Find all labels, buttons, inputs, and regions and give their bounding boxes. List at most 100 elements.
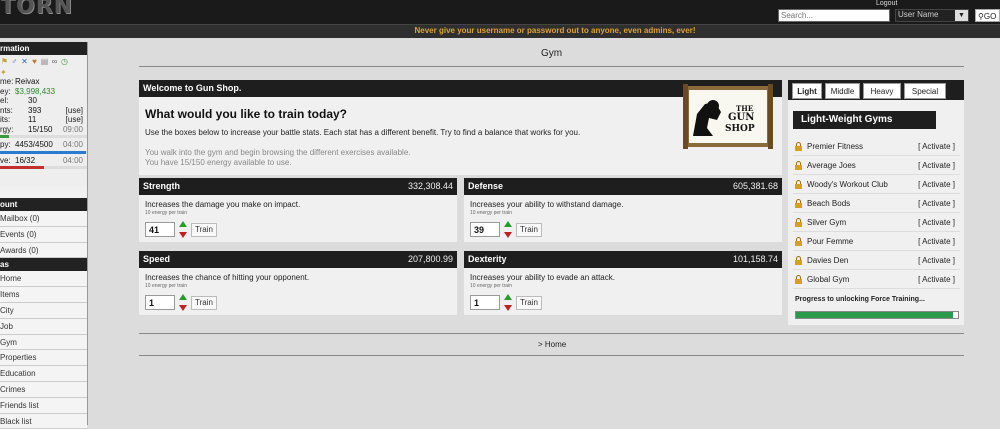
stat-value: Reivax bbox=[15, 77, 40, 86]
home-link[interactable]: > Home bbox=[538, 340, 566, 349]
gym-row: Beach Bods [ Activate ] bbox=[793, 194, 960, 213]
search-type-select[interactable]: User Name ▼ bbox=[895, 9, 969, 22]
stat-label: me: bbox=[0, 77, 14, 86]
lock-icon bbox=[795, 275, 802, 284]
gyms-panel: Light Middle Heavy Special Light-Weight … bbox=[788, 80, 964, 325]
sidebar-item-black-list[interactable]: Black list bbox=[0, 413, 87, 429]
go-button[interactable]: ⚲GO bbox=[975, 9, 1000, 22]
train-speed-button[interactable]: Train bbox=[191, 296, 217, 310]
gym-row: Woody's Workout Club [ Activate ] bbox=[793, 175, 960, 194]
gym-row: Global Gym [ Activate ] bbox=[793, 270, 960, 289]
train-defense-button[interactable]: Train bbox=[516, 223, 542, 237]
gym-tabs: Light Middle Heavy Special bbox=[788, 80, 964, 100]
search-input[interactable] bbox=[778, 9, 890, 22]
activate-gym-button[interactable]: [ Activate ] bbox=[918, 232, 955, 251]
stat-label: nts: bbox=[0, 105, 13, 115]
strength-quantity-input[interactable] bbox=[145, 222, 175, 237]
chevron-down-icon: ▼ bbox=[955, 10, 968, 21]
sidebar-item-home[interactable]: Home bbox=[0, 271, 87, 288]
sidebar-item-items[interactable]: Items bbox=[0, 287, 87, 303]
stat-cost: 10 energy per train bbox=[145, 283, 187, 289]
activate-gym-button[interactable]: [ Activate ] bbox=[918, 251, 955, 270]
stat-label: rgy: bbox=[0, 124, 14, 134]
stat-label: ey: bbox=[0, 86, 11, 96]
train-question: What would you like to train today? bbox=[145, 107, 348, 121]
information-panel: ⚑ ♂ ✕ ♥ ▤ ∞ ◷ ✦ me: Reivax ey: $3,998,433 … bbox=[0, 55, 87, 187]
sidebar: rmation ⚑ ♂ ✕ ♥ ▤ ∞ ◷ ✦ me: Reivax ey: $3,… bbox=[0, 42, 88, 429]
speed-quantity-input[interactable] bbox=[145, 295, 175, 310]
stat-box-dexterity: Dexterity 101,158.74 Increases your abili… bbox=[464, 251, 782, 315]
stat-description: Increases the chance of hitting your opp… bbox=[145, 273, 310, 282]
sidebar-item-properties[interactable]: Properties bbox=[0, 350, 87, 367]
lock-icon bbox=[795, 256, 802, 265]
gym-name: Pour Femme bbox=[807, 237, 854, 246]
tab-special[interactable]: Special bbox=[904, 83, 946, 99]
gym-row: Davies Den [ Activate ] bbox=[793, 251, 960, 270]
gym-row: Pour Femme [ Activate ] bbox=[793, 232, 960, 251]
stat-value: 4453/4500 bbox=[15, 140, 53, 149]
sign-line-gun: GUN bbox=[728, 112, 755, 123]
gym-row: Average Joes [ Activate ] bbox=[793, 156, 960, 175]
clock-icon[interactable]: ◷ bbox=[60, 57, 69, 66]
stat-value: 30 bbox=[28, 96, 37, 105]
sidebar-item-education[interactable]: Education bbox=[0, 366, 87, 382]
stat-merits: its: 11 [use] bbox=[0, 115, 87, 125]
stat-label: py: bbox=[0, 140, 11, 149]
sidebar-item-events[interactable]: Events (0) bbox=[0, 226, 87, 243]
stat-timer: 04:00 bbox=[62, 155, 83, 165]
activate-gym-button[interactable]: [ Activate ] bbox=[918, 213, 955, 232]
tab-middle[interactable]: Middle bbox=[825, 83, 860, 99]
stat-name: me: Reivax bbox=[0, 77, 87, 87]
stepper-arrows-icon[interactable] bbox=[504, 221, 512, 238]
stat-happy: py: 4453/4500 04:00 bbox=[0, 140, 87, 150]
activate-gym-button[interactable]: [ Activate ] bbox=[918, 137, 955, 156]
stat-description: Increases your ability to evade an attac… bbox=[470, 273, 615, 282]
energy-available-text: You have 15/150 energy available to use. bbox=[145, 158, 292, 167]
dexterity-quantity-input[interactable] bbox=[470, 295, 500, 310]
tab-light[interactable]: Light bbox=[792, 83, 822, 99]
use-merits-link[interactable]: [use] bbox=[66, 115, 83, 125]
crossed-swords-icon[interactable]: ✕ bbox=[20, 57, 29, 66]
bottom-divider-bottom bbox=[139, 355, 964, 356]
tab-heavy[interactable]: Heavy bbox=[863, 83, 901, 99]
stat-timer: 09:00 bbox=[62, 124, 83, 134]
sidebar-item-gym[interactable]: Gym bbox=[0, 334, 87, 351]
stat-heading: Speed 207,800.99 bbox=[139, 251, 457, 268]
stat-points: nts: 393 [use] bbox=[0, 106, 87, 116]
heart-icon[interactable]: ♥ bbox=[30, 57, 39, 66]
sidebar-item-crimes[interactable]: Crimes bbox=[0, 381, 87, 398]
gender-icon[interactable]: ♂ bbox=[10, 57, 19, 66]
link-icon[interactable]: ∞ bbox=[50, 57, 59, 66]
sidebar-item-city[interactable]: City bbox=[0, 302, 87, 319]
stepper-arrows-icon[interactable] bbox=[179, 221, 187, 238]
gym-name: Average Joes bbox=[807, 161, 856, 170]
activate-gym-button[interactable]: [ Activate ] bbox=[918, 194, 955, 213]
use-points-link[interactable]: [use] bbox=[66, 106, 83, 116]
sidebar-item-job[interactable]: Job bbox=[0, 318, 87, 335]
train-strength-button[interactable]: Train bbox=[191, 223, 217, 237]
activate-gym-button[interactable]: [ Activate ] bbox=[918, 156, 955, 175]
sidebar-item-mailbox[interactable]: Mailbox (0) bbox=[0, 211, 87, 227]
stat-value: 101,158.74 bbox=[732, 254, 778, 264]
site-logo[interactable]: TORN bbox=[0, 0, 73, 19]
account-heading: ount bbox=[0, 198, 87, 211]
train-dexterity-button[interactable]: Train bbox=[516, 296, 542, 310]
stat-value: 605,381.68 bbox=[732, 181, 778, 191]
stat-value: 332,308.44 bbox=[407, 181, 453, 191]
sidebar-item-awards[interactable]: Awards (0) bbox=[0, 242, 87, 259]
stepper-arrows-icon[interactable] bbox=[179, 294, 187, 311]
flag-icon[interactable]: ⚑ bbox=[0, 57, 9, 66]
gym-name: Davies Den bbox=[807, 256, 849, 265]
sidebar-item-friends-list[interactable]: Friends list bbox=[0, 397, 87, 414]
lock-icon bbox=[795, 161, 802, 170]
stat-name: Defense bbox=[468, 181, 504, 191]
defense-quantity-input[interactable] bbox=[470, 222, 500, 237]
stat-label: el: bbox=[0, 96, 9, 105]
activate-gym-button[interactable]: [ Activate ] bbox=[918, 175, 955, 194]
bottom-divider-top bbox=[139, 333, 964, 334]
briefcase-icon[interactable]: ▤ bbox=[40, 57, 49, 66]
stepper-arrows-icon[interactable] bbox=[504, 294, 512, 311]
logout-link[interactable]: Logout bbox=[876, 0, 897, 7]
activate-gym-button[interactable]: [ Activate ] bbox=[918, 270, 955, 289]
stat-value: 393 bbox=[28, 105, 42, 115]
